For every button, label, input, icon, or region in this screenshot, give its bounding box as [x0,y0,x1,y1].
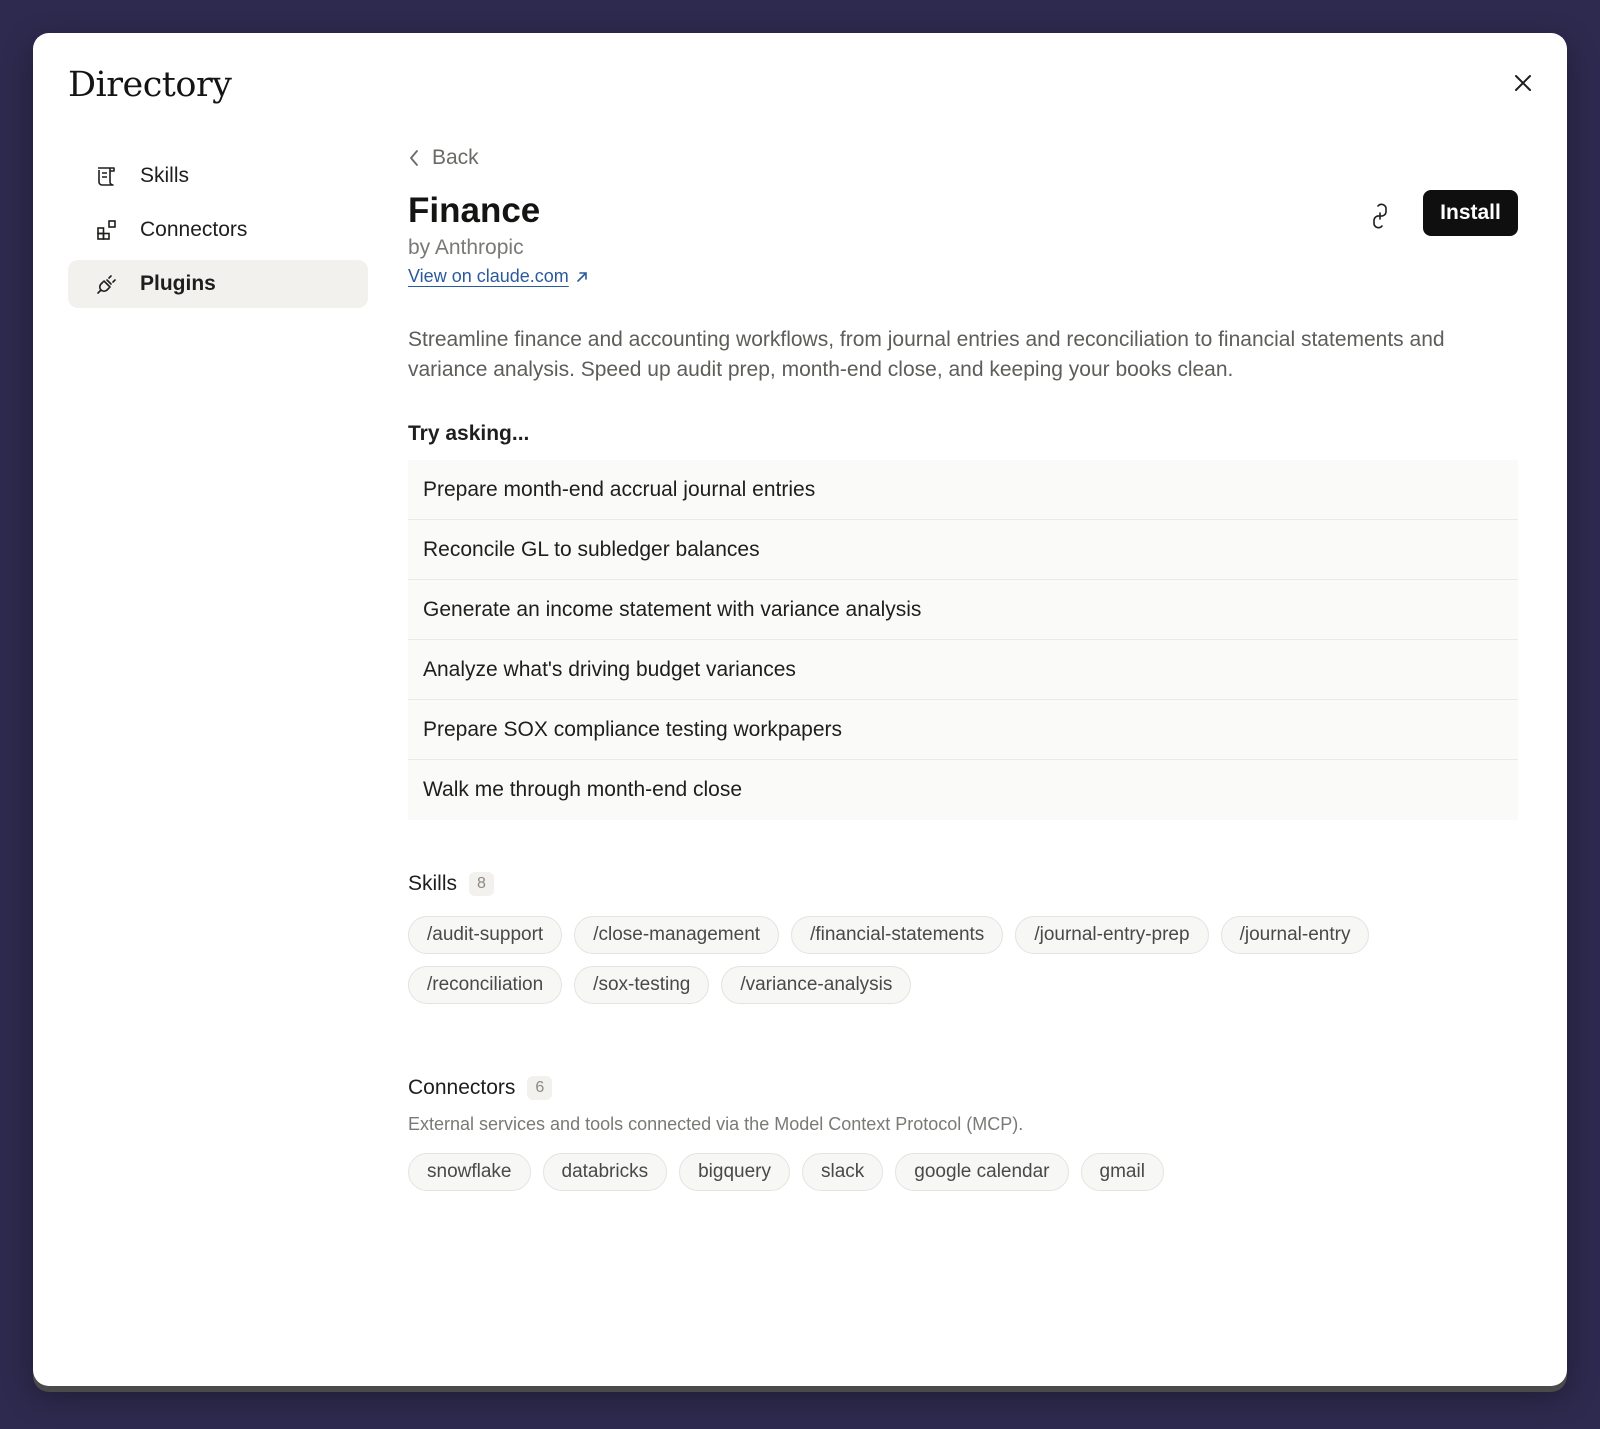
connectors-section: Connectors 6 External services and tools… [408,1076,1518,1203]
try-asking-heading: Try asking... [408,422,530,445]
connector-chip[interactable]: snowflake [408,1153,531,1191]
skill-chip[interactable]: /journal-entry-prep [1015,916,1209,954]
prompt-list: Prepare month-end accrual journal entrie… [408,460,1518,820]
sidebar-item-connectors[interactable]: Connectors [68,206,368,254]
connectors-description: External services and tools connected vi… [408,1114,1024,1134]
install-button[interactable]: Install [1423,190,1518,236]
plugin-title: Finance [408,191,541,230]
prompt-item[interactable]: Walk me through month-end close [408,760,1518,820]
back-link[interactable]: Back [408,138,1518,178]
scroll-icon [94,163,120,189]
plugin-detail: Back Finance by Anthropic View on claude… [408,138,1518,1203]
plugin-author: by Anthropic [408,236,524,259]
link-icon [1373,203,1387,229]
skills-section: Skills 8 /audit-support /close-managemen… [408,872,1518,1016]
connectors-heading: Connectors [408,1076,516,1099]
sidebar-item-skills[interactable]: Skills [68,152,368,200]
connector-chip[interactable]: slack [802,1153,884,1191]
chevron-left-icon [408,148,424,168]
modal-title: Directory [68,65,232,105]
skill-chip[interactable]: /audit-support [408,916,563,954]
prompt-item[interactable]: Analyze what's driving budget variances [408,640,1518,700]
skill-chip[interactable]: /reconciliation [408,966,563,1004]
sidebar: Skills Connectors Plugins [68,152,368,314]
skill-chip[interactable]: /financial-statements [791,916,1004,954]
connector-chip[interactable]: gmail [1080,1153,1164,1191]
prompt-item[interactable]: Generate an income statement with varian… [408,580,1518,640]
sidebar-item-plugins[interactable]: Plugins [68,260,368,308]
prompt-item[interactable]: Reconcile GL to subledger balances [408,520,1518,580]
directory-modal: Directory Skills Connectors Plugins Back… [33,33,1567,1386]
skill-chip[interactable]: /variance-analysis [721,966,912,1004]
prompt-item[interactable]: Prepare SOX compliance testing workpaper… [408,700,1518,760]
connector-chip[interactable]: bigquery [679,1153,790,1191]
connectors-count-badge: 6 [527,1076,553,1100]
copy-link-button[interactable] [1360,196,1400,236]
plug-icon [94,271,120,297]
skills-heading: Skills [408,872,458,895]
skill-chip[interactable]: /journal-entry [1220,916,1370,954]
skill-chip[interactable]: /sox-testing [574,966,710,1004]
connector-chip[interactable]: google calendar [895,1153,1069,1191]
sidebar-item-label: Connectors [140,218,248,241]
view-link-label: View on claude.com [408,266,569,286]
close-icon [1515,75,1531,91]
skills-chip-list: /audit-support /close-management /financ… [408,916,1518,1016]
blocks-icon [94,217,120,243]
skills-count-badge: 8 [469,872,494,896]
prompt-item[interactable]: Prepare month-end accrual journal entrie… [408,460,1518,520]
plugin-header: Finance by Anthropic View on claude.com … [408,190,1518,287]
back-label: Back [432,146,479,169]
view-on-claude-link[interactable]: View on claude.com [408,266,589,287]
connector-chip[interactable]: databricks [542,1153,668,1191]
skill-chip[interactable]: /close-management [574,916,780,954]
external-link-icon [575,270,589,284]
sidebar-item-label: Skills [140,164,190,187]
close-button[interactable] [1509,69,1537,97]
connectors-chip-list: snowflake databricks bigquery slack goog… [408,1153,1518,1203]
plugin-description: Streamline finance and accounting workfl… [408,328,1445,381]
sidebar-item-label: Plugins [140,272,216,295]
